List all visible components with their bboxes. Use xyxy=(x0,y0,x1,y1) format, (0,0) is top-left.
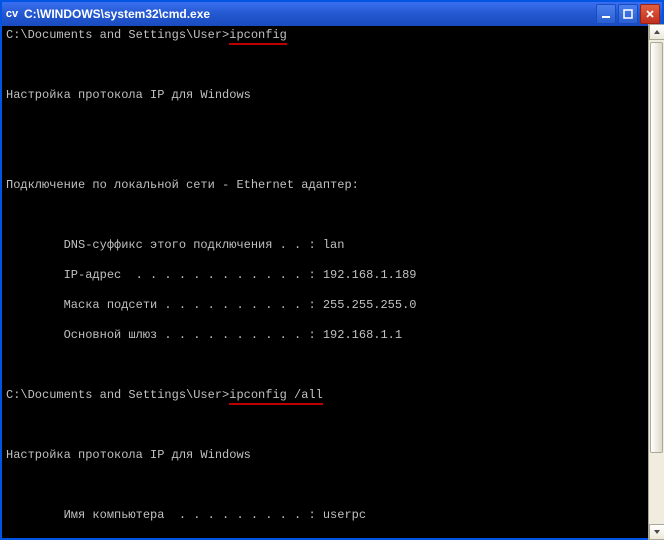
output-line: Подключение по локальной сети - Ethernet… xyxy=(6,178,658,193)
output-line: Настройка протокола IP для Windows xyxy=(6,88,658,103)
titlebar[interactable]: cv C:\WINDOWS\system32\cmd.exe xyxy=(2,2,662,26)
output-line: Настройка протокола IP для Windows xyxy=(6,448,658,463)
prompt-path: C:\Documents and Settings\User> xyxy=(6,388,229,402)
highlight-underline xyxy=(229,403,323,405)
field-label: Имя компьютера . . . . . . . . . : xyxy=(6,508,323,522)
app-icon: cv xyxy=(4,6,20,22)
field-label: Основной шлюз . . . . . . . . . . : xyxy=(6,328,323,342)
field-label: IP-адрес . . . . . . . . . . . . : xyxy=(6,268,323,282)
field-value: userpc xyxy=(323,508,366,522)
command-text: ipconfig xyxy=(229,28,287,42)
cmd-window: cv C:\WINDOWS\system32\cmd.exe C:\Docume… xyxy=(0,0,664,540)
field-value: lan xyxy=(323,238,345,252)
maximize-button[interactable] xyxy=(618,4,638,24)
field-label: Маска подсети . . . . . . . . . . : xyxy=(6,298,323,312)
scroll-up-button[interactable] xyxy=(649,24,664,40)
field-label: DNS-суффикс этого подключения . . : xyxy=(6,238,323,252)
close-button[interactable] xyxy=(640,4,660,24)
field-value: 192.168.1.189 xyxy=(323,268,417,282)
prompt-path: C:\Documents and Settings\User> xyxy=(6,28,229,42)
terminal-output[interactable]: C:\Documents and Settings\User>ipconfig … xyxy=(2,26,662,538)
field-value: 192.168.1.1 xyxy=(323,328,402,342)
highlight-underline xyxy=(229,43,287,45)
scroll-track[interactable] xyxy=(649,40,664,524)
field-value: 255.255.255.0 xyxy=(323,298,417,312)
scroll-down-button[interactable] xyxy=(649,524,664,540)
command-text: ipconfig /all xyxy=(229,388,323,402)
scroll-thumb[interactable] xyxy=(650,42,663,453)
minimize-button[interactable] xyxy=(596,4,616,24)
vertical-scrollbar[interactable] xyxy=(648,24,664,540)
window-title: C:\WINDOWS\system32\cmd.exe xyxy=(24,7,596,21)
